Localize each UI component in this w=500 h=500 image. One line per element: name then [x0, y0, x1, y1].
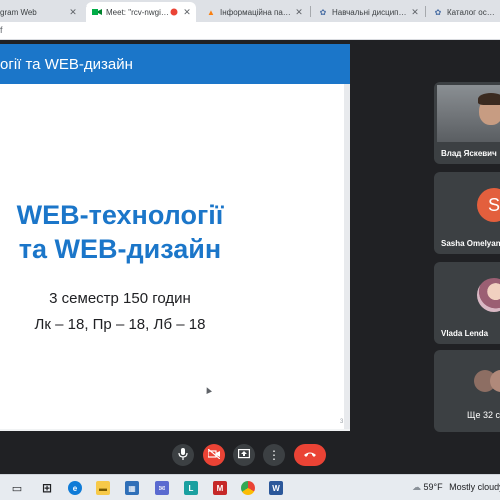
camera-off-button[interactable] [203, 444, 225, 466]
slide-page-number: 3 [340, 419, 344, 425]
meet-control-bar: ⋮ [0, 434, 500, 474]
tab-separator [425, 6, 426, 17]
avatar: S [477, 188, 500, 222]
browser-tab-strip: gram Web ✕ Meet: "rcv-nwgi-qm ✕ ▲ Інформ… [0, 0, 500, 22]
present-screen-icon [238, 448, 251, 462]
camera-feed [437, 85, 500, 142]
address-bar-row: f [0, 22, 500, 40]
weather-cloud-icon: ☁ [412, 482, 421, 492]
tab-label: Каталог освітніх [447, 7, 499, 17]
store-icon[interactable]: ▦ [125, 481, 139, 495]
participant-name: Sasha Omelyan [441, 239, 500, 248]
address-bar-fragment[interactable]: f [0, 25, 3, 35]
slide-subtitle2: Лк – 18, Пр – 18, Лб – 18 [34, 316, 206, 333]
tab-telegram[interactable]: gram Web ✕ [0, 2, 82, 22]
more-participants-label: Ще 32 с [467, 410, 500, 420]
person-hair [478, 93, 500, 105]
tab-label: Meet: "rcv-nwgi-qm [106, 7, 169, 17]
file-explorer-icon[interactable]: ▬ [96, 481, 110, 495]
taskview-icon[interactable]: ▭ [10, 481, 24, 495]
mail-icon[interactable]: ✉ [155, 481, 169, 495]
tab-dashboard[interactable]: ▲ Інформаційна панель ✕ [200, 2, 308, 22]
edge-icon[interactable]: e [68, 481, 82, 495]
recording-icon [169, 7, 179, 17]
participant-name: Vlada Lenda [441, 329, 489, 338]
participant-name: Влад Яскевич [441, 149, 497, 158]
app-l-icon[interactable]: L [184, 481, 198, 495]
mcafee-icon[interactable]: M [213, 481, 227, 495]
slide-header-text: огії та WEB-дизайн [0, 56, 133, 73]
microphone-button[interactable] [172, 444, 194, 466]
slide-title-line2: та WEB-дизайн [18, 234, 222, 264]
university-icon: ✿ [319, 7, 327, 17]
slide-body: WEB-технології та WEB-дизайн 3 семестр 1… [0, 84, 350, 429]
more-options-button[interactable]: ⋮ [263, 444, 285, 466]
weather-widget[interactable]: ☁ 59°F Mostly cloudy [412, 482, 500, 493]
tab-meet[interactable]: Meet: "rcv-nwgi-qm ✕ [86, 2, 196, 22]
close-icon[interactable]: ✕ [182, 7, 192, 18]
moodle-icon: ▲ [207, 7, 215, 17]
chrome-icon[interactable] [241, 481, 255, 495]
tab-courses[interactable]: ✿ Навчальні дисципліни ✕ [312, 2, 424, 22]
weather-condition: Mostly cloudy [449, 482, 500, 492]
widgets-icon[interactable]: ⊞ [40, 481, 54, 495]
tab-label: Інформаційна панель [220, 7, 291, 17]
screen-share: огії та WEB-дизайн WEB-технології та WEB… [0, 44, 350, 431]
leave-call-button[interactable] [294, 444, 326, 466]
slide-subtitle1: 3 семестр 150 годин [49, 290, 191, 307]
word-icon[interactable]: W [269, 481, 283, 495]
camera-off-icon [207, 448, 221, 462]
hang-up-icon [303, 449, 317, 461]
close-icon[interactable]: ✕ [294, 7, 304, 18]
participant-tile-3[interactable]: Vlada Lenda [434, 262, 500, 344]
close-icon[interactable]: ✕ [410, 7, 420, 18]
avatar [477, 278, 500, 312]
more-vert-icon: ⋮ [268, 448, 280, 462]
tab-catalog[interactable]: ✿ Каталог освітніх [427, 2, 500, 22]
participant-tile-1[interactable]: Влад Яскевич [434, 82, 500, 164]
microphone-icon [178, 447, 188, 463]
tab-separator [310, 6, 311, 17]
tab-label: gram Web [0, 7, 37, 17]
weather-temp: 59°F [423, 482, 443, 492]
participant-tile-more[interactable]: Ще 32 с [434, 350, 500, 432]
present-screen-button[interactable] [233, 444, 255, 466]
close-icon[interactable]: ✕ [68, 7, 78, 18]
meet-icon [92, 7, 102, 17]
slide-header: огії та WEB-дизайн [0, 44, 350, 84]
participant-tile-2[interactable]: S Sasha Omelyan [434, 172, 500, 254]
university-icon: ✿ [434, 7, 442, 17]
slide-title-line1: WEB-технології [16, 200, 224, 230]
windows-taskbar: ▭ ⊞ e ▬ ▦ ✉ L M W ☁ 59°F Mostly cloudy [0, 474, 500, 500]
tab-label: Навчальні дисципліни [332, 7, 407, 17]
